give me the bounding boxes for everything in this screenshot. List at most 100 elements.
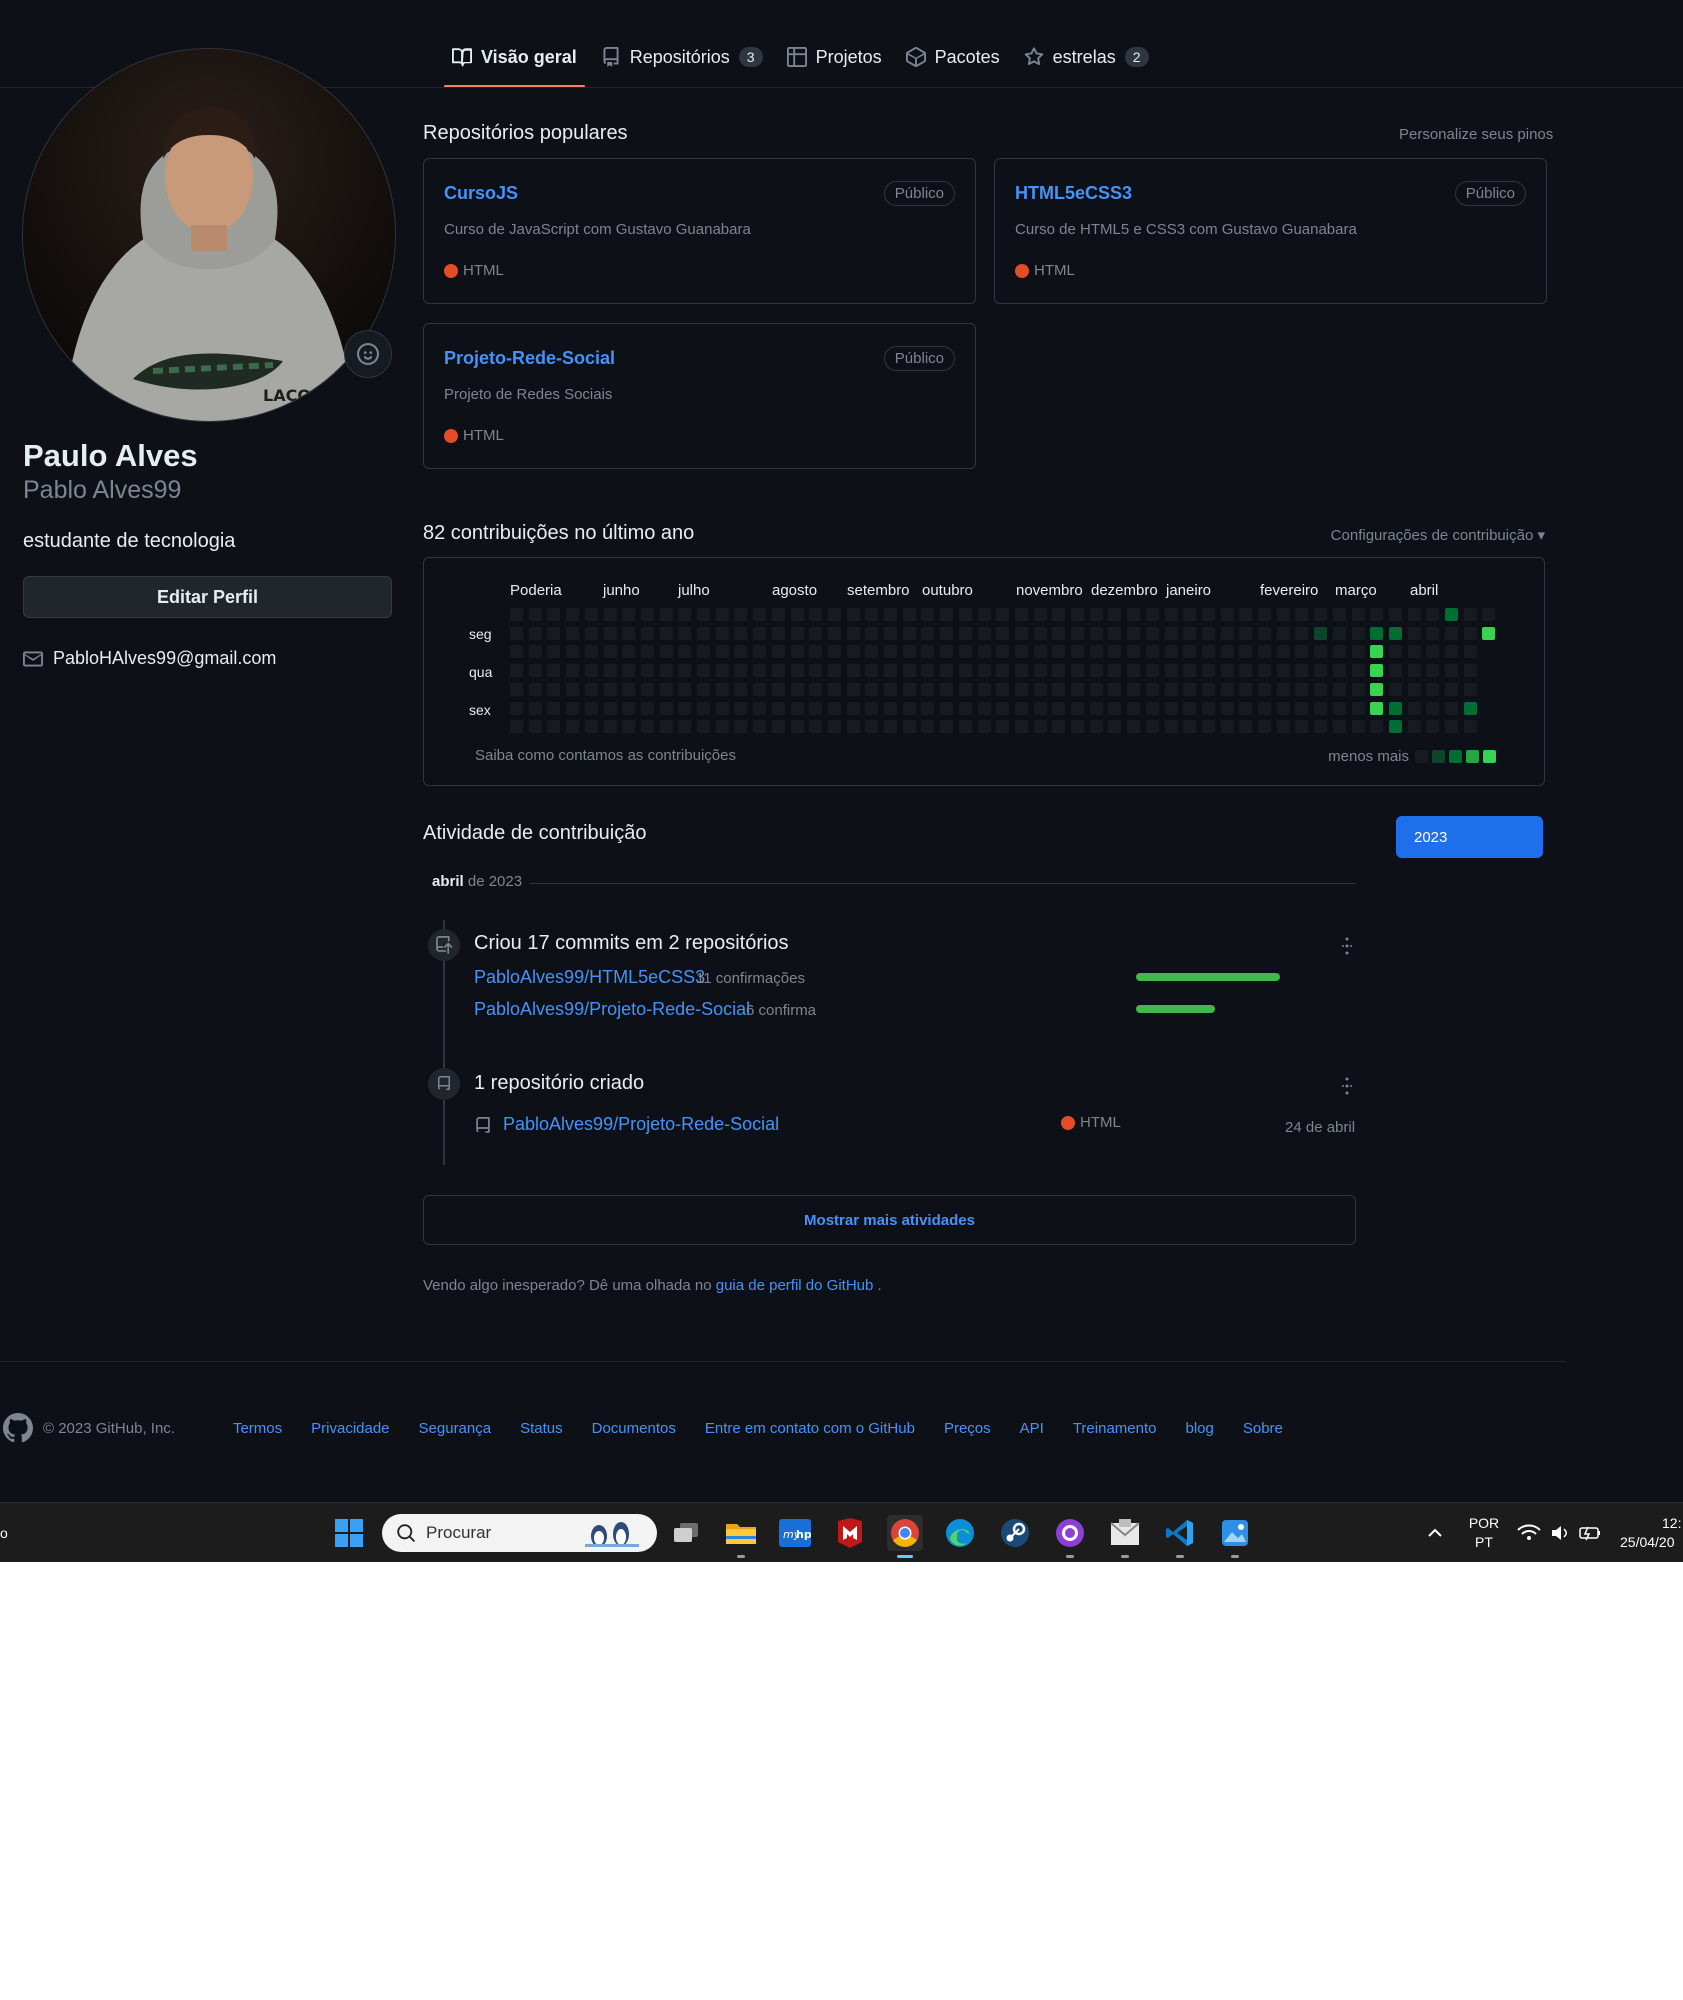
contribution-day[interactable]: [641, 702, 654, 715]
contribution-day[interactable]: [1239, 720, 1252, 733]
contribution-day[interactable]: [1127, 608, 1140, 621]
contribution-day[interactable]: [1352, 608, 1365, 621]
contribution-day[interactable]: [884, 702, 897, 715]
contribution-day[interactable]: [1314, 645, 1327, 658]
contribution-day[interactable]: [884, 627, 897, 640]
contribution-day[interactable]: [547, 664, 560, 677]
contribution-day[interactable]: [585, 683, 598, 696]
contribution-day[interactable]: [828, 664, 841, 677]
contribution-day[interactable]: [1221, 720, 1234, 733]
contribution-day[interactable]: [1108, 720, 1121, 733]
contribution-day[interactable]: [828, 627, 841, 640]
contribution-day[interactable]: [828, 720, 841, 733]
footer-link-docs[interactable]: Documentos: [592, 1420, 676, 1437]
contribution-day[interactable]: [1108, 645, 1121, 658]
tab-repositories[interactable]: Repositórios 3: [589, 38, 775, 76]
commit-repo-link[interactable]: PabloAlves99/HTML5eCSS3: [474, 967, 705, 988]
contribution-day[interactable]: [1239, 702, 1252, 715]
contribution-day[interactable]: [566, 645, 579, 658]
myhp-icon[interactable]: my hp: [777, 1515, 813, 1551]
contribution-day[interactable]: [1482, 608, 1495, 621]
contribution-day[interactable]: [1015, 720, 1028, 733]
contribution-day[interactable]: [1464, 683, 1477, 696]
contribution-day[interactable]: [828, 702, 841, 715]
contribution-day[interactable]: [996, 645, 1009, 658]
contribution-day[interactable]: [1165, 645, 1178, 658]
footer-link-status[interactable]: Status: [520, 1420, 563, 1437]
contribution-day[interactable]: [940, 664, 953, 677]
contribution-day[interactable]: [678, 720, 691, 733]
contribution-day[interactable]: [529, 608, 542, 621]
edit-profile-button[interactable]: Editar Perfil: [23, 576, 392, 618]
contribution-day[interactable]: [1221, 627, 1234, 640]
contribution-day[interactable]: [1389, 627, 1402, 640]
contribution-day[interactable]: [996, 664, 1009, 677]
contribution-day[interactable]: [847, 608, 860, 621]
contribution-day[interactable]: [978, 645, 991, 658]
contribution-day[interactable]: [1314, 720, 1327, 733]
contribution-day[interactable]: [1295, 702, 1308, 715]
contribution-day[interactable]: [940, 645, 953, 658]
contribution-day[interactable]: [529, 627, 542, 640]
repo-name-link[interactable]: Projeto-Rede-Social: [444, 348, 615, 369]
contribution-day[interactable]: [1165, 664, 1178, 677]
contribution-day[interactable]: [1408, 627, 1421, 640]
contribution-day[interactable]: [716, 608, 729, 621]
contribution-day[interactable]: [1295, 608, 1308, 621]
contribution-day[interactable]: [1202, 702, 1215, 715]
contribution-day[interactable]: [1352, 627, 1365, 640]
contribution-day[interactable]: [1108, 664, 1121, 677]
contribution-day[interactable]: [1221, 664, 1234, 677]
contribution-day[interactable]: [1071, 645, 1084, 658]
tab-stars[interactable]: estrelas 2: [1012, 38, 1161, 76]
contribution-day[interactable]: [1314, 664, 1327, 677]
contribution-day[interactable]: [1202, 683, 1215, 696]
contribution-day[interactable]: [791, 645, 804, 658]
contribution-day[interactable]: [622, 608, 635, 621]
contribution-day[interactable]: [678, 683, 691, 696]
contribution-day[interactable]: [1389, 608, 1402, 621]
contribution-day[interactable]: [1202, 720, 1215, 733]
contribution-day[interactable]: [1277, 645, 1290, 658]
contribution-day[interactable]: [641, 664, 654, 677]
contribution-day[interactable]: [566, 683, 579, 696]
contribution-day[interactable]: [903, 683, 916, 696]
contribution-day[interactable]: [1277, 608, 1290, 621]
contribution-day[interactable]: [921, 627, 934, 640]
contribution-day[interactable]: [678, 702, 691, 715]
contribution-day[interactable]: [791, 720, 804, 733]
contribution-day[interactable]: [547, 627, 560, 640]
contribution-day[interactable]: [604, 683, 617, 696]
contribution-day[interactable]: [1090, 664, 1103, 677]
footer-link-contact[interactable]: Entre em contato com o GitHub: [705, 1420, 915, 1437]
contribution-day[interactable]: [697, 720, 710, 733]
contribution-day[interactable]: [1090, 720, 1103, 733]
taskbar-clock[interactable]: 12: 25/04/20: [1620, 1514, 1683, 1552]
contribution-day[interactable]: [1202, 645, 1215, 658]
contribution-day[interactable]: [884, 664, 897, 677]
contribution-day[interactable]: [828, 608, 841, 621]
contribution-day[interactable]: [1277, 683, 1290, 696]
contribution-day[interactable]: [903, 645, 916, 658]
contribution-day[interactable]: [1071, 627, 1084, 640]
contribution-day[interactable]: [1071, 720, 1084, 733]
contribution-day[interactable]: [529, 664, 542, 677]
contribution-day[interactable]: [585, 627, 598, 640]
contribution-day[interactable]: [1258, 683, 1271, 696]
contribution-day[interactable]: [1108, 683, 1121, 696]
contribution-day[interactable]: [1482, 627, 1495, 640]
contribution-day[interactable]: [753, 608, 766, 621]
contribution-day[interactable]: [772, 645, 785, 658]
contribution-day[interactable]: [1108, 608, 1121, 621]
contribution-day[interactable]: [1090, 645, 1103, 658]
contribution-day[interactable]: [529, 645, 542, 658]
contribution-day[interactable]: [753, 702, 766, 715]
contribution-day[interactable]: [1239, 608, 1252, 621]
contribution-day[interactable]: [1146, 664, 1159, 677]
contribution-day[interactable]: [622, 664, 635, 677]
github-logo-icon[interactable]: [3, 1413, 33, 1443]
contribution-day[interactable]: [566, 608, 579, 621]
contribution-day[interactable]: [734, 702, 747, 715]
chevron-up-icon[interactable]: [1417, 1515, 1453, 1551]
contribution-day[interactable]: [566, 702, 579, 715]
